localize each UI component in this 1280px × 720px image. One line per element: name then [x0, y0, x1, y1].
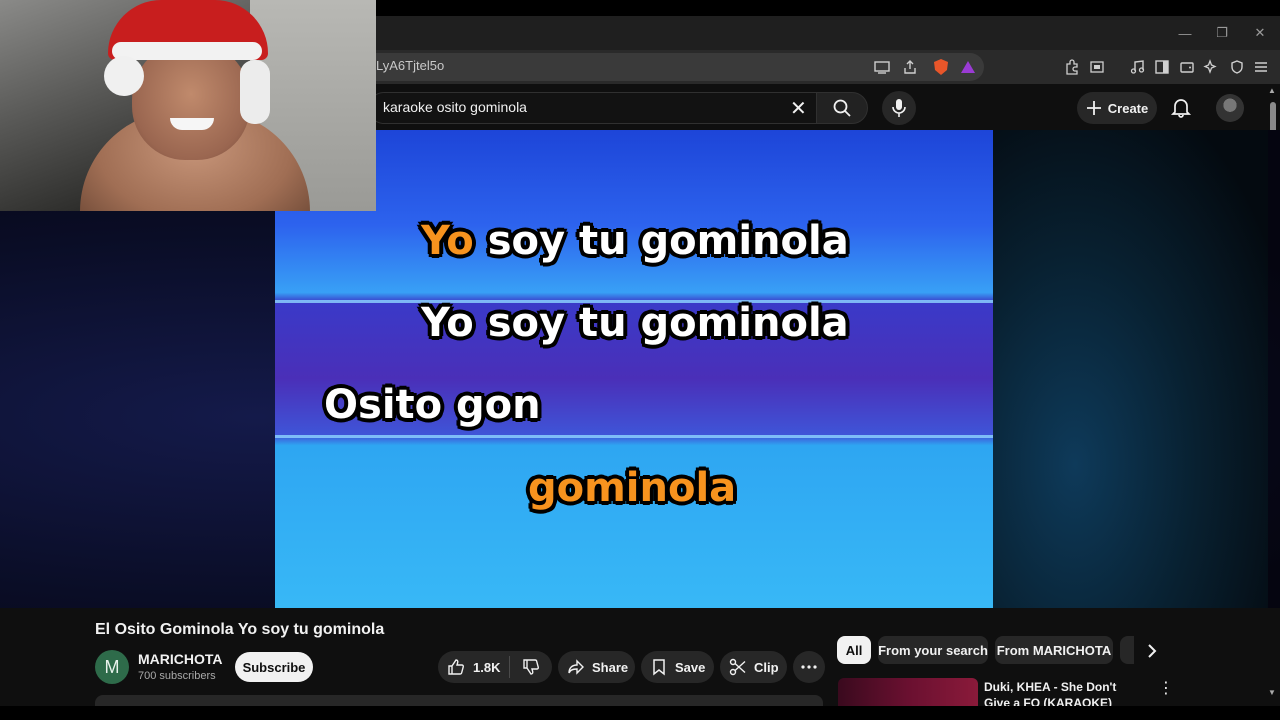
wallet-icon[interactable]: [1176, 56, 1198, 78]
thumbs-up-icon: [448, 659, 464, 675]
notifications-bell-icon[interactable]: [1170, 96, 1192, 118]
vpn-shield-icon[interactable]: [1226, 56, 1248, 78]
chip-from-your-search[interactable]: From your search: [878, 636, 988, 664]
more-vertical-icon[interactable]: ⋮: [1158, 678, 1174, 698]
menu-icon[interactable]: [1250, 56, 1272, 78]
clip-button[interactable]: Clip: [720, 651, 787, 683]
channel-avatar[interactable]: M: [95, 650, 129, 684]
video-stripe: [275, 435, 993, 438]
search-icon: [833, 99, 851, 117]
like-count: 1.8K: [473, 659, 501, 675]
like-dislike-group: 1.8K: [438, 651, 552, 683]
restore-icon[interactable]: ❐: [1202, 16, 1242, 50]
music-icon[interactable]: [1126, 56, 1148, 78]
search-button[interactable]: [816, 92, 868, 124]
subscribe-button[interactable]: Subscribe: [235, 652, 313, 682]
search-query-text: karaoke osito gominola: [383, 99, 527, 115]
clear-search-icon[interactable]: ✕: [790, 96, 807, 121]
chip-overflow[interactable]: [1120, 636, 1134, 664]
webcam-smile: [170, 118, 214, 130]
scroll-up-arrow-icon[interactable]: ▲: [1268, 86, 1276, 95]
lyric-line-2: Yo soy tu gominola: [421, 300, 849, 346]
share-arrow-icon: [568, 659, 584, 675]
minimize-icon[interactable]: —: [1165, 16, 1205, 50]
extensions-icon[interactable]: [1061, 56, 1083, 78]
player-ambient-right: [992, 130, 1268, 608]
user-avatar[interactable]: [1216, 94, 1244, 122]
channel-name[interactable]: MARICHOTA: [138, 651, 223, 667]
leo-ai-icon[interactable]: [1200, 56, 1222, 78]
lyric-line-3: Osito gon: [324, 382, 541, 428]
video-title: El Osito Gominola Yo soy tu gominola: [95, 621, 385, 638]
brave-rewards-icon[interactable]: [957, 56, 979, 78]
create-button[interactable]: Create: [1077, 92, 1157, 124]
address-bar-url: LyA6Tjtel5o: [376, 58, 445, 73]
cast-icon[interactable]: [871, 56, 893, 78]
lyric-line-1-sung: Yo: [421, 218, 474, 264]
share-page-icon[interactable]: [899, 56, 921, 78]
share-button[interactable]: Share: [558, 651, 635, 683]
chevron-right-icon[interactable]: [1140, 639, 1164, 663]
create-label: Create: [1107, 100, 1149, 116]
bookmark-icon: [653, 659, 665, 676]
lyric-line-4: gominola: [528, 465, 737, 511]
like-button[interactable]: 1.8K: [438, 658, 509, 676]
video-player[interactable]: Yo soy tu gominola Yo soy tu gominola Os…: [275, 130, 993, 608]
clip-label: Clip: [754, 659, 779, 675]
chip-all[interactable]: All: [837, 636, 871, 664]
close-icon[interactable]: ✕: [1240, 16, 1280, 50]
sidebar-icon[interactable]: [1151, 56, 1173, 78]
plus-icon: [1086, 101, 1101, 115]
recommendation-thumbnail[interactable]: [838, 678, 978, 708]
lyric-line-1-rest: soy tu gominola: [473, 218, 849, 264]
voice-search-button[interactable]: [882, 91, 916, 125]
microphone-icon: [892, 99, 906, 117]
santa-hat-trim: [112, 42, 262, 60]
save-button[interactable]: Save: [641, 651, 714, 683]
subscriber-count: 700 subscribers: [138, 670, 216, 682]
thumbs-down-icon: [523, 659, 539, 675]
save-label: Save: [675, 659, 706, 675]
webcam-overlay: [0, 0, 376, 211]
chip-from-channel[interactable]: From MARICHOTA: [995, 636, 1113, 664]
headphone-cup: [104, 56, 144, 96]
dislike-button[interactable]: [510, 658, 552, 676]
headset: [240, 60, 270, 124]
share-label: Share: [592, 659, 629, 675]
more-horizontal-icon: [801, 665, 817, 669]
screenshot-icon[interactable]: [1086, 56, 1108, 78]
scroll-down-arrow-icon[interactable]: ▼: [1268, 688, 1276, 697]
screen-bottom-border: [0, 706, 1280, 720]
more-actions-button[interactable]: [793, 651, 825, 683]
lyric-line-1: Yo soy tu gominola: [421, 218, 849, 264]
brave-shield-icon[interactable]: [930, 56, 952, 78]
scissors-icon: [729, 658, 746, 676]
